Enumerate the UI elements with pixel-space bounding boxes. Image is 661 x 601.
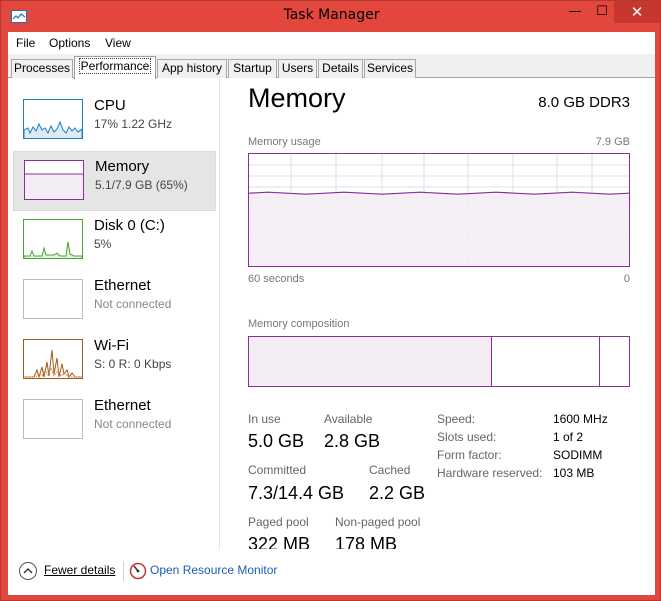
sidebar-item-title: Disk 0 (C:) bbox=[94, 217, 165, 234]
sidebar-item-ethernet-2[interactable]: Ethernet Not connected bbox=[13, 391, 216, 451]
tab-services[interactable]: Services bbox=[364, 59, 416, 78]
title-bar[interactable]: Task Manager — ☐ ✕ bbox=[1, 1, 661, 33]
composition-in-use-segment bbox=[249, 337, 492, 386]
tab-performance-label: Performance bbox=[78, 58, 152, 74]
tab-startup[interactable]: Startup bbox=[228, 59, 277, 78]
time-right-label: 0 bbox=[623, 273, 630, 285]
sidebar-item-subtitle: S: 0 R: 0 Kbps bbox=[94, 357, 172, 371]
menu-view[interactable]: View bbox=[105, 36, 131, 50]
cached-label: Cached bbox=[369, 463, 411, 477]
sidebar-item-subtitle: Not connected bbox=[94, 417, 172, 431]
tab-processes[interactable]: Processes bbox=[11, 59, 73, 78]
menu-bar: File Options View bbox=[8, 32, 655, 54]
menu-options[interactable]: Options bbox=[49, 36, 90, 50]
sidebar-item-subtitle: Not connected bbox=[94, 297, 172, 311]
open-resource-monitor-link[interactable]: Open Resource Monitor bbox=[150, 563, 277, 577]
sidebar-item-cpu[interactable]: CPU 17% 1.22 GHz bbox=[13, 91, 216, 151]
sidebar-item-subtitle: 5.1/7.9 GB (65%) bbox=[95, 178, 188, 192]
committed-value: 7.3/14.4 GB bbox=[248, 483, 345, 503]
paged-pool-label: Paged pool bbox=[248, 515, 309, 529]
resource-sidebar: CPU 17% 1.22 GHz Memory 5.1/7.9 GB (65%) bbox=[8, 79, 220, 549]
sidebar-item-memory[interactable]: Memory 5.1/7.9 GB (65%) bbox=[13, 151, 216, 211]
resource-monitor-icon[interactable] bbox=[129, 562, 147, 580]
time-left-label: 60 seconds bbox=[248, 273, 305, 285]
non-paged-pool-label: Non-paged pool bbox=[335, 515, 421, 529]
tab-processes-label: Processes bbox=[13, 61, 71, 75]
tab-performance[interactable]: Performance bbox=[74, 56, 156, 79]
footer-divider bbox=[123, 561, 124, 581]
sidebar-item-ethernet-1[interactable]: Ethernet Not connected bbox=[13, 271, 216, 331]
tab-services-label: Services bbox=[366, 61, 413, 75]
client-area: File Options View Processes Performance … bbox=[8, 32, 655, 595]
speed-label: Speed: bbox=[437, 412, 476, 426]
sidebar-item-title: Memory bbox=[95, 158, 150, 175]
fewer-details-button[interactable]: Fewer details bbox=[44, 563, 115, 577]
hardware-reserved-label: Hardware reserved: bbox=[437, 466, 543, 480]
performance-panel: CPU 17% 1.22 GHz Memory 5.1/7.9 GB (65%) bbox=[8, 79, 655, 554]
sidebar-item-subtitle: 5% bbox=[94, 237, 112, 251]
footer: Fewer details Open Resource Monitor bbox=[8, 549, 655, 595]
in-use-label: In use bbox=[248, 412, 281, 426]
tab-users[interactable]: Users bbox=[278, 59, 317, 78]
composition-modified-divider bbox=[599, 337, 600, 386]
sidebar-item-disk[interactable]: Disk 0 (C:) 5% bbox=[13, 211, 216, 271]
menu-file[interactable]: File bbox=[16, 36, 35, 50]
sidebar-item-title: Ethernet bbox=[94, 397, 151, 414]
sidebar-item-wifi[interactable]: Wi-Fi S: 0 R: 0 Kbps bbox=[13, 331, 216, 391]
tab-startup-label: Startup bbox=[233, 61, 272, 75]
task-manager-window: Task Manager — ☐ ✕ File Options View Pro… bbox=[0, 0, 661, 601]
chevron-up-icon[interactable] bbox=[19, 562, 37, 580]
minimize-button[interactable]: — bbox=[562, 1, 588, 23]
sidebar-item-title: CPU bbox=[94, 97, 126, 114]
usage-caption: Memory usage bbox=[248, 136, 321, 148]
form-factor-value: SODIMM bbox=[553, 448, 603, 462]
ethernet-mini-graph bbox=[23, 399, 83, 439]
memory-spec: 8.0 GB DDR3 bbox=[538, 94, 630, 111]
wifi-mini-graph bbox=[23, 339, 83, 379]
form-factor-label: Form factor: bbox=[437, 448, 502, 462]
close-button[interactable]: ✕ bbox=[614, 1, 660, 23]
ethernet-mini-graph bbox=[23, 279, 83, 319]
available-value: 2.8 GB bbox=[324, 431, 381, 451]
tab-bar: Processes Performance App history Startu… bbox=[8, 54, 655, 79]
composition-caption: Memory composition bbox=[248, 318, 350, 330]
available-label: Available bbox=[324, 412, 373, 426]
slots-label: Slots used: bbox=[437, 430, 497, 444]
cpu-mini-graph bbox=[23, 99, 83, 139]
tab-app-history-label: App history bbox=[161, 61, 223, 75]
sidebar-item-subtitle: 17% 1.22 GHz bbox=[94, 117, 173, 131]
tab-details[interactable]: Details bbox=[318, 59, 363, 78]
disk-mini-graph bbox=[23, 219, 83, 259]
tab-details-label: Details bbox=[322, 61, 359, 75]
tab-users-label: Users bbox=[281, 61, 314, 75]
memory-mini-graph bbox=[24, 160, 84, 200]
memory-usage-graph bbox=[248, 153, 630, 267]
memory-detail: Memory 8.0 GB DDR3 Memory usage 7.9 GB 6… bbox=[248, 79, 648, 554]
cached-value: 2.2 GB bbox=[369, 483, 426, 503]
tab-app-history[interactable]: App history bbox=[157, 59, 227, 78]
maximize-button[interactable]: ☐ bbox=[589, 1, 615, 23]
hardware-reserved-value: 103 MB bbox=[553, 466, 595, 480]
usage-fill bbox=[249, 193, 629, 266]
page-title: Memory bbox=[248, 83, 346, 113]
committed-label: Committed bbox=[248, 463, 307, 477]
sidebar-item-title: Wi-Fi bbox=[94, 337, 129, 354]
sidebar-item-title: Ethernet bbox=[94, 277, 151, 294]
memory-composition-bar bbox=[248, 336, 630, 387]
slots-value: 1 of 2 bbox=[553, 430, 584, 444]
in-use-value: 5.0 GB bbox=[248, 431, 305, 451]
speed-value: 1600 MHz bbox=[553, 412, 608, 426]
memory-usage-grid bbox=[248, 154, 630, 266]
usage-max: 7.9 GB bbox=[595, 136, 630, 148]
